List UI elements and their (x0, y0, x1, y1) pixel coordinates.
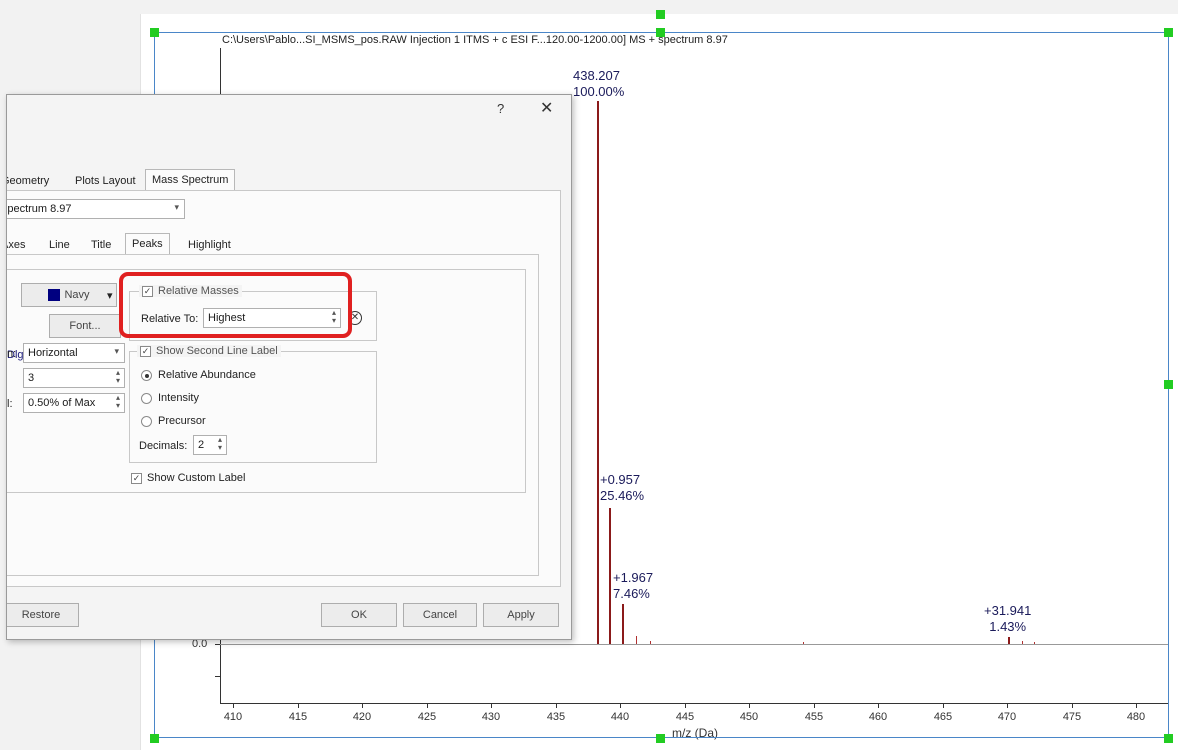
custom-label-checkbox[interactable]: ✓ Show Custom Label (131, 472, 245, 484)
relative-masses-highlight (119, 272, 352, 338)
orientation-select[interactable]: Horizontal ▾ (23, 343, 125, 363)
threshold-value: 0.50% of Max (28, 397, 96, 409)
ok-button[interactable]: OK (321, 603, 397, 627)
properties-dialog: ? ✕ Geometry Plots Layout Mass Spectrum … (6, 94, 572, 640)
tab-peaks[interactable]: Peaks (125, 233, 170, 255)
font-button[interactable]: Font... (49, 314, 121, 338)
chevron-down-icon: ▾ (114, 346, 119, 356)
resize-handle-b[interactable] (656, 734, 665, 743)
decimals-value: 2 (198, 439, 205, 451)
chevron-down-icon: ▾ (107, 290, 113, 302)
custom-label-text: Show Custom Label (147, 472, 246, 484)
resize-handle-top-edge[interactable] (656, 10, 665, 19)
chevron-down-icon: ▾ (174, 202, 179, 212)
radio-icon (141, 369, 152, 381)
orientation-label: n: (7, 348, 17, 360)
resize-handle-tr[interactable] (1164, 28, 1173, 37)
count-value: 3 (28, 372, 35, 384)
resize-handle-t[interactable] (656, 28, 665, 37)
spin-arrows-icon: ▴ ▾ (217, 435, 222, 452)
decimals-spinbox[interactable]: 2 ▴ ▾ (193, 435, 227, 455)
radio-label: Relative Abundance (158, 369, 256, 381)
tab-mass-spectrum[interactable]: Mass Spectrum (145, 169, 236, 191)
question-icon[interactable]: ? (497, 101, 504, 116)
apply-button[interactable]: Apply (483, 603, 559, 627)
radio-label: Intensity (158, 392, 199, 404)
orientation-value: Horizontal (28, 347, 78, 359)
color-swatch (48, 289, 61, 302)
decimals-label: Decimals: (139, 440, 188, 452)
checkbox-icon: ✓ (131, 472, 142, 484)
spectrum-select[interactable]: Spectrum 8.97 ▾ (6, 199, 185, 219)
close-icon[interactable]: ✕ (540, 98, 553, 118)
resize-handle-br[interactable] (1164, 734, 1173, 743)
spin-arrows-icon: ▴ ▾ (115, 368, 120, 385)
radio-precursor[interactable]: Precursor (141, 415, 206, 427)
cancel-button[interactable]: Cancel (403, 603, 477, 627)
second-line-checkbox[interactable]: ✓ Show Second Line Label (137, 345, 281, 357)
resize-handle-bl[interactable] (150, 734, 159, 743)
second-line-label: Show Second Line Label (156, 345, 278, 357)
radio-label: Precursor (158, 415, 206, 427)
resize-handle-tl[interactable] (150, 28, 159, 37)
resize-handle-r[interactable] (1164, 380, 1173, 389)
restore-button[interactable]: Restore (7, 603, 79, 627)
spin-arrows-icon: ▴ ▾ (115, 393, 120, 410)
color-button[interactable]: Navy (21, 283, 117, 307)
radio-intensity[interactable]: Intensity (141, 392, 199, 404)
radio-relative-abundance[interactable]: Relative Abundance (141, 369, 256, 381)
radio-icon (141, 392, 152, 404)
threshold-label: l: (7, 398, 13, 410)
radio-icon (141, 415, 152, 427)
count-spinbox[interactable]: 3 ▴ ▾ (23, 368, 125, 388)
threshold-spinbox[interactable]: 0.50% of Max ▴ ▾ (23, 393, 125, 413)
checkbox-icon: ✓ (140, 345, 151, 357)
spectrum-select-value: Spectrum 8.97 (6, 203, 72, 215)
color-label: Navy (64, 289, 90, 301)
